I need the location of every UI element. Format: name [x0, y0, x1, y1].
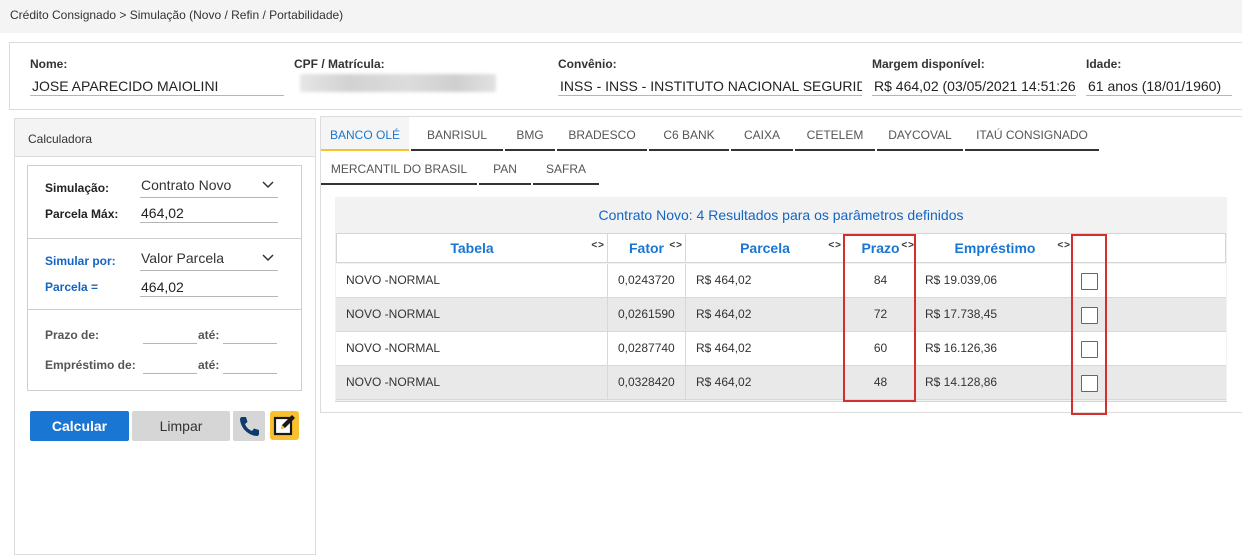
cell-fator: 0,0328420 [608, 366, 686, 399]
edit-icon [273, 415, 295, 436]
convenio-label: Convênio: [558, 57, 617, 71]
cpf-label: CPF / Matrícula: [294, 57, 385, 71]
simulacao-section: Simulação: Contrato Novo Parcela Máx: 46… [28, 166, 301, 238]
phone-button[interactable] [233, 411, 265, 441]
col-parcela[interactable]: Parcela <> [686, 234, 844, 262]
results-panel: BANCO OLÉ BANRISUL BMG BRADESCO C6 BANK CAIXA… [320, 116, 1242, 415]
breadcrumb: Crédito Consignado > Simulação (Novo / R… [10, 8, 344, 22]
col-tabela-label: Tabela [450, 240, 494, 256]
sort-icon[interactable]: <> [1057, 232, 1071, 260]
cell-emprestimo: R$ 19.039,06 [917, 264, 1072, 297]
nome-value: JOSE APARECIDO MAIOLINI [30, 70, 284, 96]
chevron-down-icon [262, 181, 274, 189]
calculator-panel: Calculadora Simulação: Contrato Novo Par… [14, 118, 316, 555]
cell-tabela: NOVO -NORMAL [336, 366, 608, 399]
cell-fator: 0,0261590 [608, 298, 686, 331]
tab-bmg[interactable]: BMG [505, 117, 555, 151]
idade-label: Idade: [1086, 57, 1122, 71]
tab-daycoval[interactable]: DAYCOVAL [877, 117, 963, 151]
cell-tabela: NOVO -NORMAL [336, 264, 608, 297]
cell-parcela: R$ 464,02 [696, 375, 752, 389]
tab-caixa[interactable]: CAIXA [731, 117, 793, 151]
parcela-label: Parcela = [45, 280, 99, 294]
sort-icon[interactable]: <> [828, 232, 842, 260]
tab-banrisul[interactable]: BANRISUL [411, 117, 503, 151]
col-tabela[interactable]: Tabela <> [337, 234, 608, 262]
calculator-header: Calculadora [15, 119, 315, 157]
simular-por-select[interactable]: Valor Parcela [140, 249, 278, 271]
cell-emprestimo: R$ 16.126,36 [917, 332, 1072, 365]
simular-por-select-value: Valor Parcela [141, 250, 225, 266]
col-fator[interactable]: Fator <> [608, 234, 686, 262]
prazo-ate-input[interactable] [223, 324, 277, 344]
col-parcela-label: Parcela [740, 240, 790, 256]
col-emprestimo-label: Empréstimo [954, 240, 1036, 256]
results-area: Contrato Novo: 4 Resultados para os parâ… [335, 197, 1227, 415]
tab-banco-ole[interactable]: BANCO OLÉ [321, 117, 409, 151]
tab-cetelem[interactable]: CETELEM [795, 117, 875, 151]
cell-parcela: R$ 464,02 [696, 341, 752, 355]
convenio-value: INSS - INSS - INSTITUTO NACIONAL SEGURID… [558, 70, 862, 96]
client-info-panel: Nome: JOSE APARECIDO MAIOLINI CPF / Matr… [9, 42, 1242, 110]
margem-label: Margem disponível: [872, 57, 985, 71]
tab-mercantil-do-brasil[interactable]: MERCANTIL DO BRASIL [321, 151, 477, 185]
cpf-redacted [300, 74, 496, 92]
edit-button[interactable] [270, 411, 299, 440]
breadcrumb-bar: Crédito Consignado > Simulação (Novo / R… [0, 0, 1242, 33]
cell-emprestimo: R$ 17.738,45 [917, 298, 1072, 331]
simular-por-section: Simular por: Valor Parcela Parcela = 464… [28, 238, 301, 309]
cell-fator: 0,0287740 [608, 332, 686, 365]
cell-fator: 0,0243720 [608, 264, 686, 297]
limpar-button[interactable]: Limpar [132, 411, 230, 441]
calculator-title: Calculadora [28, 132, 93, 146]
checkbox-highlight-box [1071, 234, 1107, 415]
tab-c6-bank[interactable]: C6 BANK [649, 117, 729, 151]
emprestimo-ate-input[interactable] [223, 354, 277, 374]
simular-por-label: Simular por: [45, 254, 116, 268]
nome-label: Nome: [30, 57, 68, 71]
parcela-input[interactable]: 464,02 [140, 277, 278, 297]
tab-bradesco[interactable]: BRADESCO [557, 117, 647, 151]
simulacao-select-value: Contrato Novo [141, 177, 232, 193]
emprestimo-de-label: Empréstimo de: [45, 358, 136, 372]
cell-emprestimo: R$ 14.128,86 [917, 366, 1072, 399]
tab-itau-consignado[interactable]: ITAÚ CONSIGNADO [965, 117, 1099, 151]
emprestimo-ate-label: até: [198, 358, 220, 372]
sort-icon[interactable]: <> [591, 232, 605, 260]
cell-tabela: NOVO -NORMAL [336, 332, 608, 365]
sort-icon[interactable]: <> [669, 232, 683, 260]
prazo-de-label: Prazo de: [45, 328, 100, 342]
prazo-ate-label: até: [198, 328, 220, 342]
phone-icon [240, 417, 259, 436]
calculator-form: Simulação: Contrato Novo Parcela Máx: 46… [27, 165, 302, 391]
tab-safra[interactable]: SAFRA [533, 151, 599, 185]
cell-parcela: R$ 464,02 [696, 273, 752, 287]
emprestimo-de-input[interactable] [143, 354, 197, 374]
simulacao-select[interactable]: Contrato Novo [140, 176, 278, 198]
results-title: Contrato Novo: 4 Resultados para os parâ… [598, 207, 964, 223]
cell-parcela: R$ 464,02 [696, 307, 752, 321]
col-fator-label: Fator [629, 240, 664, 256]
cell-tabela: NOVO -NORMAL [336, 298, 608, 331]
limites-section: Prazo de: até: Empréstimo de: até: [28, 309, 301, 390]
chevron-down-icon [262, 254, 274, 262]
col-emprestimo[interactable]: Empréstimo <> [917, 234, 1073, 262]
prazo-highlight-box [843, 234, 916, 402]
simulacao-label: Simulação: [45, 181, 110, 195]
idade-value: 61 anos (18/01/1960) [1086, 70, 1232, 96]
margem-value: R$ 464,02 (03/05/2021 14:51:26) [872, 70, 1076, 96]
parcela-max-label: Parcela Máx: [45, 207, 119, 221]
tab-pan[interactable]: PAN [479, 151, 531, 185]
calcular-button[interactable]: Calcular [30, 411, 129, 441]
parcela-max-input[interactable]: 464,02 [140, 203, 278, 223]
prazo-de-input[interactable] [143, 324, 197, 344]
